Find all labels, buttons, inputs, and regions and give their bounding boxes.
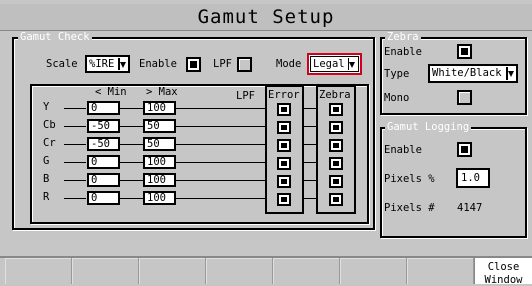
gamut-enable-label: Enable bbox=[139, 58, 177, 70]
max-field-b[interactable]: 100 bbox=[143, 173, 176, 187]
window-title: Gamut Setup bbox=[0, 4, 532, 31]
zebra-checkbox-y[interactable] bbox=[329, 103, 343, 116]
pixels-pct-label: Pixels % bbox=[384, 173, 435, 185]
gamut-check-legend: Gamut Check bbox=[18, 31, 92, 43]
zebra-checkbox-cb[interactable] bbox=[329, 121, 343, 134]
min-field-b[interactable]: 0 bbox=[87, 173, 120, 187]
row-line bbox=[176, 162, 267, 163]
row-label-cb: Cb bbox=[43, 119, 56, 131]
row-label-b: B bbox=[43, 173, 50, 185]
zebra-legend: Zebra bbox=[385, 31, 421, 43]
logging-enable-checkbox[interactable] bbox=[457, 142, 472, 157]
row-line bbox=[176, 108, 267, 109]
mode-select[interactable]: Legal bbox=[310, 56, 359, 72]
row-label-r: R bbox=[43, 191, 50, 203]
row-line bbox=[64, 198, 86, 199]
max-field-r[interactable]: 100 bbox=[143, 191, 176, 205]
max-field-g[interactable]: 100 bbox=[143, 155, 176, 169]
row-line bbox=[64, 108, 86, 109]
softkey-5[interactable] bbox=[273, 258, 340, 284]
zebra-enable-checkbox[interactable] bbox=[457, 44, 472, 59]
row-line bbox=[120, 144, 143, 145]
scale-value: %IRE bbox=[89, 58, 115, 70]
row-label-y: Y bbox=[43, 101, 50, 113]
row-line bbox=[176, 144, 267, 145]
lpf-checkbox[interactable] bbox=[237, 57, 252, 72]
max-field-y[interactable]: 100 bbox=[143, 101, 176, 115]
zebra-type-label: Type bbox=[384, 68, 410, 80]
row-line bbox=[64, 144, 86, 145]
zebra-checkbox-r[interactable] bbox=[329, 193, 343, 206]
chevron-down-icon bbox=[506, 67, 515, 80]
row-line bbox=[304, 180, 316, 181]
row-line bbox=[120, 162, 143, 163]
close-window-button[interactable]: Close Window bbox=[474, 258, 532, 284]
row-line bbox=[64, 126, 86, 127]
pixels-count-value: 4147 bbox=[457, 202, 483, 214]
min-field-y[interactable]: 0 bbox=[87, 101, 120, 115]
min-field-r[interactable]: 0 bbox=[87, 191, 120, 205]
row-line bbox=[304, 144, 316, 145]
softkey-1[interactable] bbox=[5, 258, 72, 284]
error-checkbox-y[interactable] bbox=[277, 103, 291, 116]
error-checkbox-cb[interactable] bbox=[277, 121, 291, 134]
error-header: Error bbox=[268, 89, 300, 101]
row-line bbox=[176, 180, 267, 181]
error-checkbox-g[interactable] bbox=[277, 157, 291, 170]
softkey-3[interactable] bbox=[139, 258, 206, 284]
gamut-logging-legend: Gamut Logging bbox=[385, 121, 472, 133]
row-line bbox=[64, 162, 86, 163]
max-field-cb[interactable]: 50 bbox=[143, 119, 176, 133]
row-label-cr: Cr bbox=[43, 137, 56, 149]
lpf-label: LPF bbox=[213, 58, 232, 70]
row-line bbox=[176, 198, 267, 199]
zebra-type-value: White/Black bbox=[432, 67, 502, 79]
zebra-checkbox-cr[interactable] bbox=[329, 139, 343, 152]
softkey-4[interactable] bbox=[206, 258, 273, 284]
zebra-checkbox-g[interactable] bbox=[329, 157, 343, 170]
chevron-down-icon bbox=[118, 58, 127, 70]
logging-enable-label: Enable bbox=[384, 144, 422, 156]
softkey-2[interactable] bbox=[72, 258, 139, 284]
row-line bbox=[304, 108, 316, 109]
zebra-enable-label: Enable bbox=[384, 46, 422, 58]
max-header: > Max bbox=[146, 86, 178, 98]
min-field-g[interactable]: 0 bbox=[87, 155, 120, 169]
zebra-checkbox-b[interactable] bbox=[329, 175, 343, 188]
max-field-cr[interactable]: 50 bbox=[143, 137, 176, 151]
mode-value: Legal bbox=[313, 58, 345, 70]
row-line bbox=[120, 198, 143, 199]
row-line bbox=[64, 180, 86, 181]
zebra-mono-label: Mono bbox=[384, 92, 410, 104]
scale-select[interactable]: %IRE bbox=[85, 55, 130, 73]
row-line bbox=[304, 162, 316, 163]
min-field-cb[interactable]: -50 bbox=[87, 119, 120, 133]
lpf-column-header: LPF bbox=[236, 90, 255, 102]
row-line bbox=[120, 126, 143, 127]
pixels-pct-field[interactable]: 1.0 bbox=[456, 168, 490, 188]
error-checkbox-cr[interactable] bbox=[277, 139, 291, 152]
min-field-cr[interactable]: -50 bbox=[87, 137, 120, 151]
error-checkbox-r[interactable] bbox=[277, 193, 291, 206]
row-line bbox=[120, 108, 143, 109]
pixels-count-label: Pixels # bbox=[384, 202, 435, 214]
row-label-g: G bbox=[43, 155, 50, 167]
close-window-label: Close Window bbox=[484, 261, 523, 284]
mode-label: Mode bbox=[276, 58, 302, 70]
row-line bbox=[304, 126, 316, 127]
gamut-enable-checkbox[interactable] bbox=[186, 57, 201, 72]
zebra-mono-checkbox[interactable] bbox=[457, 90, 472, 105]
zebra-type-select[interactable]: White/Black bbox=[428, 64, 518, 83]
row-line bbox=[120, 180, 143, 181]
min-header: < Min bbox=[95, 86, 127, 98]
softkey-6[interactable] bbox=[340, 258, 407, 284]
row-line bbox=[304, 198, 316, 199]
scale-label: Scale bbox=[46, 58, 78, 70]
chevron-down-icon bbox=[348, 58, 357, 70]
zebra-header: Zebra bbox=[319, 89, 351, 101]
softkey-7[interactable] bbox=[407, 258, 474, 284]
error-checkbox-b[interactable] bbox=[277, 175, 291, 188]
row-line bbox=[176, 126, 267, 127]
